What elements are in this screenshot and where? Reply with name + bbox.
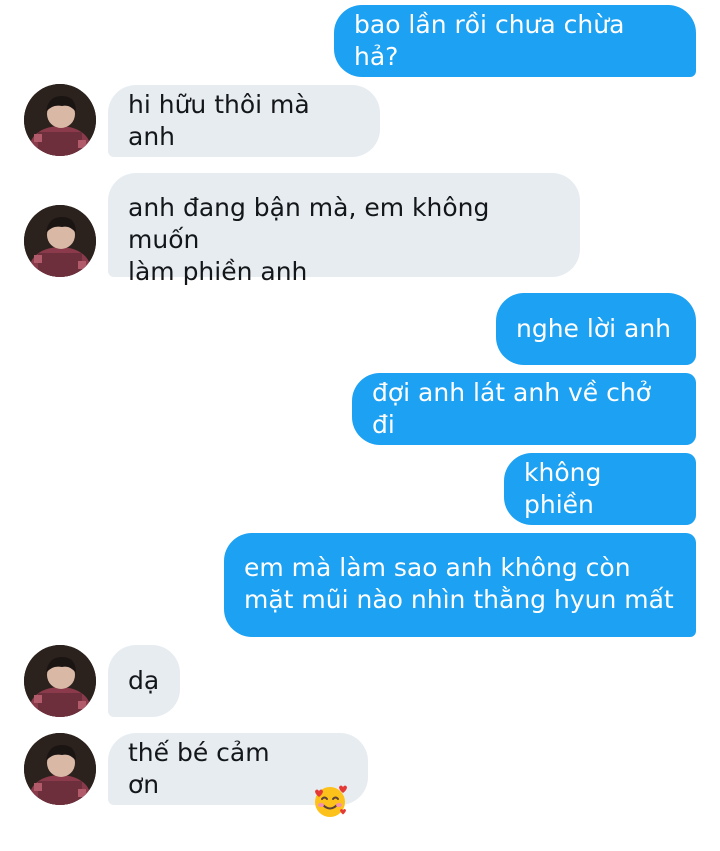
contact-avatar[interactable] <box>24 645 96 717</box>
message-bubble-outgoing[interactable]: đợi anh lát anh về chở đi <box>352 373 696 445</box>
contact-avatar[interactable] <box>24 205 96 277</box>
message-text: hi hữu thôi mà anh <box>128 90 310 151</box>
contact-avatar[interactable] <box>24 84 96 156</box>
message-text: anh đang bận mà, em không muốn làm phiền… <box>128 193 490 286</box>
message-bubble-incoming[interactable]: hi hữu thôi mà anh <box>108 85 380 157</box>
message-text: em mà làm sao anh không còn mặt mũi nào … <box>244 553 674 614</box>
message-bubble-incoming[interactable]: dạ <box>108 645 180 717</box>
message-bubble-incoming[interactable]: thế bé cảm ơn <box>108 733 368 817</box>
message-bubble-outgoing[interactable]: em mà làm sao anh không còn mặt mũi nào … <box>224 533 696 637</box>
message-text: dạ <box>128 666 160 695</box>
message-text: thế bé cảm ơn <box>128 738 270 799</box>
message-bubble-outgoing[interactable]: nghe lời anh <box>496 293 696 365</box>
message-text: đợi anh lát anh về chở đi <box>372 378 651 439</box>
smiling-face-with-hearts-icon <box>312 751 348 817</box>
message-bubble-incoming[interactable]: anh đang bận mà, em không muốn làm phiền… <box>108 173 580 286</box>
message-text: nghe lời anh <box>516 314 672 343</box>
message-text: không phiền <box>524 458 602 519</box>
message-bubble-outgoing[interactable]: không phiền <box>504 453 696 525</box>
message-bubble-outgoing[interactable]: bao lần rồi chưa chừa hả? <box>334 5 696 77</box>
contact-avatar[interactable] <box>24 733 96 805</box>
message-text: bao lần rồi chưa chừa hả? <box>354 10 625 71</box>
